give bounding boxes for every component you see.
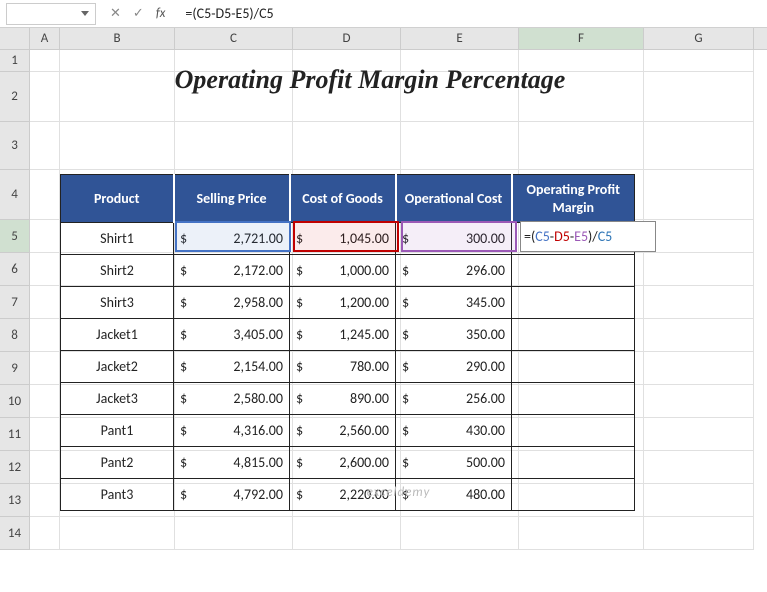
cell-margin[interactable] [512, 287, 635, 319]
cell-selling[interactable]: $2,721.00 [174, 223, 290, 255]
cell-cost[interactable]: $780.00 [290, 351, 396, 383]
cell-opcost[interactable]: $480.00 [396, 479, 512, 511]
row-headers: 1 2 3 4 5 6 7 8 9 10 11 12 13 14 [0, 50, 30, 550]
row-header-3[interactable]: 3 [0, 122, 30, 170]
fx-icon[interactable]: fx [156, 6, 166, 21]
col-header-e[interactable]: E [401, 28, 519, 49]
token-c5b: C5 [598, 228, 613, 245]
token-eq: = [524, 228, 531, 245]
header-op-cost: Operational Cost [396, 175, 512, 223]
table-row: Jacket2$2,154.00$780.00$290.00 [61, 351, 635, 383]
cell-product[interactable]: Shirt1 [61, 223, 174, 255]
cell-cost[interactable]: $1,045.00 [290, 223, 396, 255]
col-header-c[interactable]: C [175, 28, 293, 49]
row-header-9[interactable]: 9 [0, 352, 30, 385]
spreadsheet-grid: A B C D E F G 1 2 3 4 5 6 7 8 9 10 11 12… [0, 28, 767, 550]
table-row: Pant3$4,792.00$2,220.00$480.00 [61, 479, 635, 511]
row-header-11[interactable]: 11 [0, 418, 30, 451]
cell-opcost[interactable]: $350.00 [396, 319, 512, 351]
cell-margin[interactable] [512, 351, 635, 383]
cell-cost[interactable]: $2,220.00 [290, 479, 396, 511]
cell-selling[interactable]: $2,958.00 [174, 287, 290, 319]
cell-product[interactable]: Jacket3 [61, 383, 174, 415]
cell-product[interactable]: Pant1 [61, 415, 174, 447]
row-header-12[interactable]: 12 [0, 451, 30, 484]
cell-opcost[interactable]: $296.00 [396, 255, 512, 287]
row-header-10[interactable]: 10 [0, 385, 30, 418]
formula-bar: ✕ ✓ fx =(C5-D5-E5)/C5 [0, 0, 767, 28]
table-row: Shirt2$2,172.00$1,000.00$296.00 [61, 255, 635, 287]
column-headers: A B C D E F G [0, 28, 767, 50]
row-header-13[interactable]: 13 [0, 484, 30, 517]
cell-opcost[interactable]: $290.00 [396, 351, 512, 383]
cell-margin[interactable] [512, 479, 635, 511]
cell-margin[interactable] [512, 447, 635, 479]
table-row: Jacket1$3,405.00$1,245.00$350.00 [61, 319, 635, 351]
col-header-a[interactable]: A [30, 28, 60, 49]
row-header-2[interactable]: 2 [0, 72, 30, 122]
header-cost-goods: Cost of Goods [290, 175, 396, 223]
row-header-14[interactable]: 14 [0, 517, 30, 550]
col-header-d[interactable]: D [293, 28, 401, 49]
cell-cost[interactable]: $1,000.00 [290, 255, 396, 287]
cell-cost[interactable]: $1,200.00 [290, 287, 396, 319]
cell-product[interactable]: Pant3 [61, 479, 174, 511]
cell-selling[interactable]: $2,580.00 [174, 383, 290, 415]
table-row: Shirt3$2,958.00$1,200.00$345.00 [61, 287, 635, 319]
token-d5: D5 [554, 228, 570, 245]
token-c5: C5 [535, 228, 550, 245]
header-product: Product [61, 175, 174, 223]
header-op-margin: Operating Profit Margin [512, 175, 635, 223]
cell-product[interactable]: Pant2 [61, 447, 174, 479]
token-e5: E5 [574, 228, 588, 245]
cell-selling[interactable]: $3,405.00 [174, 319, 290, 351]
cell-selling[interactable]: $2,172.00 [174, 255, 290, 287]
cell-cost[interactable]: $2,560.00 [290, 415, 396, 447]
select-all-corner[interactable] [0, 28, 30, 49]
cell-cost[interactable]: $1,245.00 [290, 319, 396, 351]
cell-opcost[interactable]: $430.00 [396, 415, 512, 447]
formula-input[interactable]: =(C5-D5-E5)/C5 [179, 3, 767, 24]
row-header-1[interactable]: 1 [0, 50, 30, 72]
name-box[interactable] [6, 3, 96, 25]
cell-selling[interactable]: $4,316.00 [174, 415, 290, 447]
cell-product[interactable]: Jacket2 [61, 351, 174, 383]
row-header-5[interactable]: 5 [0, 220, 30, 253]
cell-cost[interactable]: $890.00 [290, 383, 396, 415]
confirm-icon[interactable]: ✓ [133, 6, 144, 21]
cell-cost[interactable]: $2,600.00 [290, 447, 396, 479]
formula-bar-icons: ✕ ✓ fx [96, 6, 179, 21]
cell-product[interactable]: Jacket1 [61, 319, 174, 351]
col-header-b[interactable]: B [60, 28, 175, 49]
cell-opcost[interactable]: $300.00 [396, 223, 512, 255]
table-row: Jacket3$2,580.00$890.00$256.00 [61, 383, 635, 415]
cell-selling[interactable]: $4,815.00 [174, 447, 290, 479]
cell-product[interactable]: Shirt2 [61, 255, 174, 287]
row-header-4[interactable]: 4 [0, 170, 30, 220]
row-header-8[interactable]: 8 [0, 319, 30, 352]
table-row: Pant2$4,815.00$2,600.00$500.00 [61, 447, 635, 479]
cell-product[interactable]: Shirt3 [61, 287, 174, 319]
header-selling: Selling Price [174, 175, 290, 223]
row-header-7[interactable]: 7 [0, 286, 30, 319]
cells-area[interactable]: Operating Profit Margin Percentage Produ… [30, 50, 767, 550]
col-header-f[interactable]: F [519, 28, 644, 49]
cell-margin[interactable] [512, 415, 635, 447]
row-header-6[interactable]: 6 [0, 253, 30, 286]
cell-selling[interactable]: $4,792.00 [174, 479, 290, 511]
editing-cell-f5[interactable]: =(C5-D5-E5)/C5 [520, 221, 656, 252]
cell-opcost[interactable]: $256.00 [396, 383, 512, 415]
cell-margin[interactable] [512, 319, 635, 351]
cell-margin[interactable] [512, 255, 635, 287]
cancel-icon[interactable]: ✕ [110, 6, 121, 21]
col-header-g[interactable]: G [644, 28, 754, 49]
table-row: Pant1$4,316.00$2,560.00$430.00 [61, 415, 635, 447]
cell-selling[interactable]: $2,154.00 [174, 351, 290, 383]
cell-opcost[interactable]: $500.00 [396, 447, 512, 479]
cell-opcost[interactable]: $345.00 [396, 287, 512, 319]
cell-margin[interactable] [512, 383, 635, 415]
